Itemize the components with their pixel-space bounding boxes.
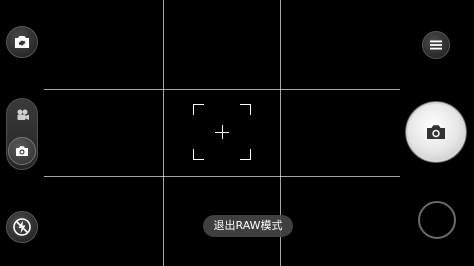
- focus-crosshair-icon: [215, 125, 229, 139]
- camera-icon: [427, 125, 445, 139]
- video-camera-icon[interactable]: [16, 108, 30, 122]
- camera-viewfinder[interactable]: 退出RAW模式: [0, 0, 474, 266]
- grid-line-vertical-left: [163, 0, 164, 266]
- menu-button[interactable]: [422, 31, 450, 59]
- photo-mode-button[interactable]: [8, 137, 36, 165]
- focus-corner-top-left: [193, 104, 204, 115]
- grid-line-horizontal-top: [44, 89, 400, 90]
- gallery-thumbnail[interactable]: [418, 201, 456, 239]
- flash-button[interactable]: [6, 211, 38, 243]
- focus-corner-top-right: [240, 104, 251, 115]
- mode-switcher[interactable]: [6, 98, 38, 170]
- focus-corner-bottom-right: [240, 149, 251, 160]
- focus-corner-bottom-left: [193, 149, 204, 160]
- raw-mode-exit-toast[interactable]: 退出RAW模式: [203, 215, 293, 237]
- switch-camera-button[interactable]: [6, 26, 38, 58]
- switch-camera-icon: [15, 36, 29, 48]
- camera-icon: [15, 146, 28, 156]
- shutter-button[interactable]: [406, 102, 466, 162]
- flash-off-icon: [13, 218, 31, 236]
- menu-icon: [430, 40, 442, 50]
- focus-frame: [193, 104, 251, 160]
- grid-line-horizontal-bottom: [44, 176, 400, 177]
